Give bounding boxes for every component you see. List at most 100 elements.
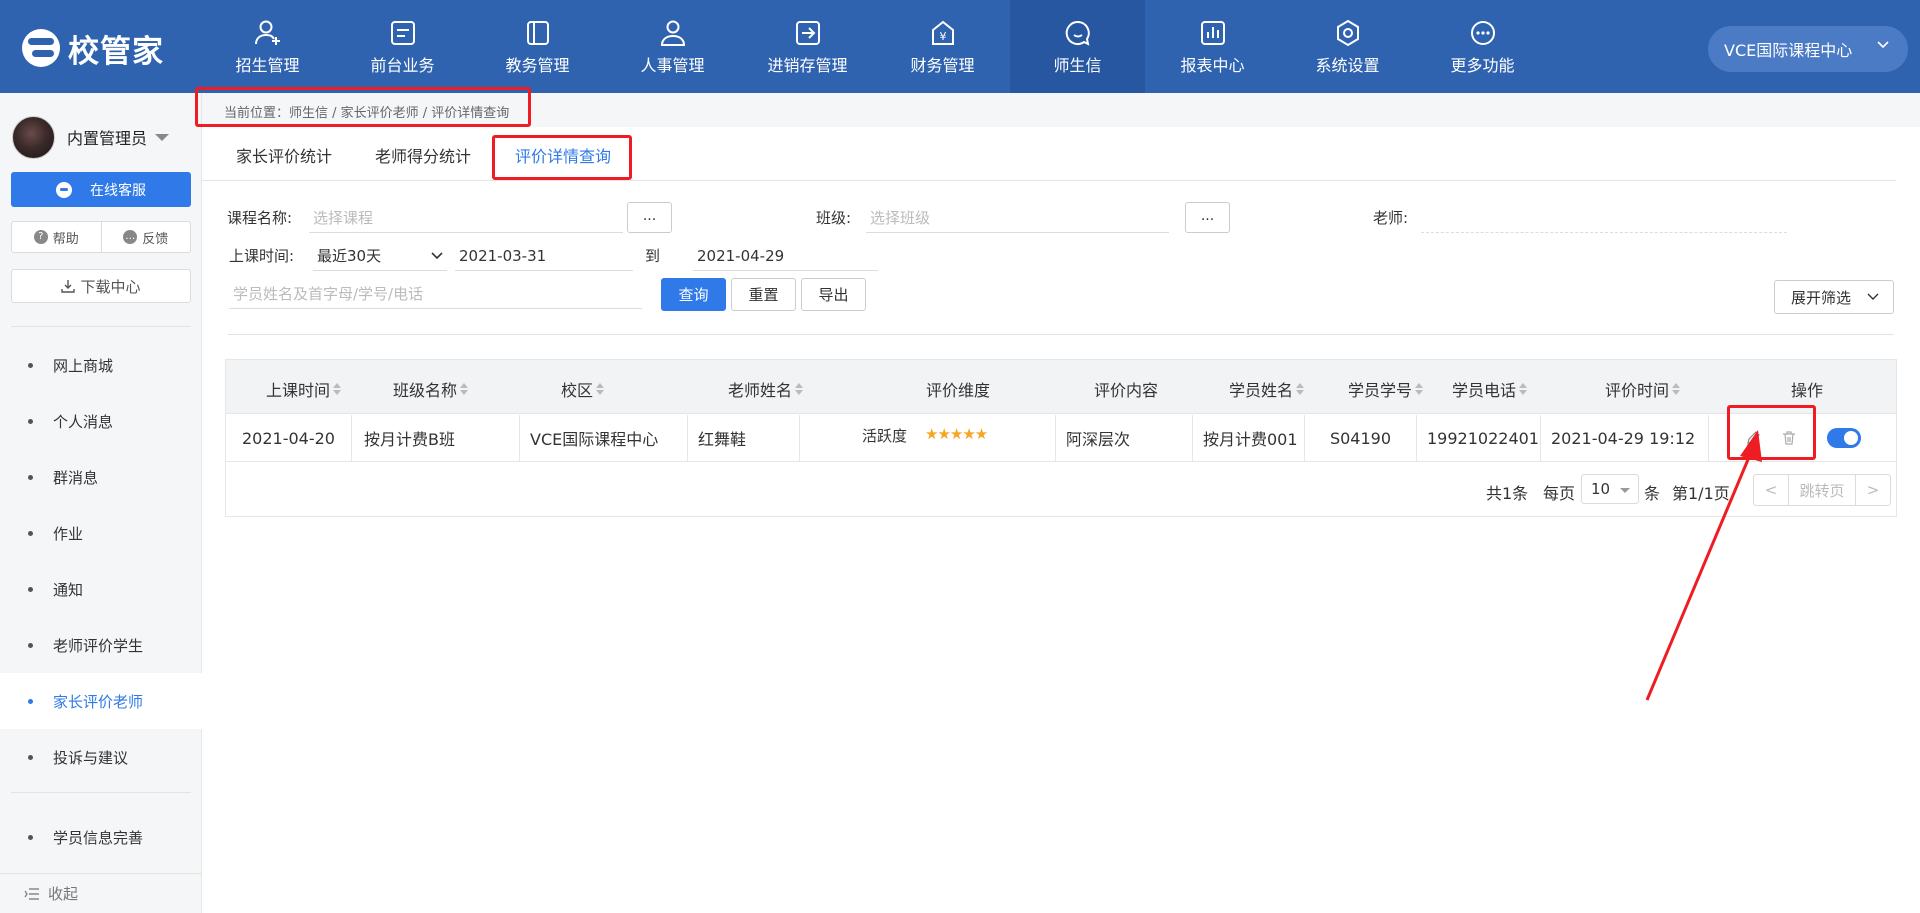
nav-label: 师生信 <box>1053 55 1102 75</box>
reset-button[interactable]: 重置 <box>731 278 796 311</box>
sidebar-item-teacher-rate-student[interactable]: 老师评价学生 <box>0 617 202 673</box>
column-header-label: 上课时间 <box>266 381 331 400</box>
nav-item-front-desk[interactable]: 前台业务 <box>335 0 470 93</box>
sort-icon <box>1296 383 1305 395</box>
time-range-select[interactable]: 最近30天 <box>313 241 447 271</box>
date-from-input[interactable]: 2021-03-31 <box>455 241 633 271</box>
sidebar-item-homework[interactable]: 作业 <box>0 505 202 561</box>
teacher-input[interactable] <box>1421 203 1787 233</box>
sidebar-item-complaints[interactable]: 投诉与建议 <box>0 729 202 785</box>
column-header-student-name[interactable]: 学员姓名 <box>1229 377 1305 401</box>
nav-item-more[interactable]: 更多功能 <box>1415 0 1550 93</box>
page-size-select[interactable]: 10 <box>1581 474 1639 504</box>
help-button[interactable]: ? 帮助 <box>12 222 101 252</box>
sidebar-item-label: 群消息 <box>53 468 99 487</box>
more-dots-icon <box>1470 20 1495 45</box>
column-header-eval-time[interactable]: 评价时间 <box>1605 377 1681 401</box>
user-plus-icon <box>254 20 280 45</box>
column-header-class-name[interactable]: 班级名称 <box>393 377 469 401</box>
next-page-button[interactable]: > <box>1856 475 1890 505</box>
cell-teacher: 红舞鞋 <box>688 415 800 461</box>
cell-text: VCE国际课程中心 <box>530 430 659 449</box>
sidebar-item-group-messages[interactable]: 群消息 <box>0 449 202 505</box>
nav-item-inventory[interactable]: 进销存管理 <box>740 0 875 93</box>
feedback-label: 反馈 <box>142 231 169 247</box>
cell-text: 按月计费001 <box>1203 430 1298 449</box>
svg-text:¥: ¥ <box>939 30 946 43</box>
delete-trash-icon[interactable] <box>1781 430 1797 446</box>
message-box-icon <box>390 20 415 45</box>
class-picker-button[interactable]: ... <box>1185 202 1230 233</box>
cell-text: S04190 <box>1329 428 1392 448</box>
column-header-teacher[interactable]: 老师姓名 <box>728 377 804 401</box>
breadcrumb-bar: 当前位置：师生信 / 家长评价老师 / 评价详情查询 <box>202 93 1920 127</box>
class-label: 班级: <box>816 209 852 227</box>
export-button[interactable]: 导出 <box>801 278 866 311</box>
nav-item-finance[interactable]: ¥ 财务管理 <box>875 0 1010 93</box>
campus-selector[interactable]: VCE国际课程中心 <box>1708 26 1908 72</box>
class-input[interactable]: 选择班级 <box>866 203 1169 233</box>
column-header-label: 评价时间 <box>1605 381 1670 400</box>
column-header-label: 学员电话 <box>1452 381 1517 400</box>
student-search-input[interactable]: 学员姓名及首字母/学号/电话 <box>229 279 642 309</box>
nav-label: 报表中心 <box>1180 55 1245 75</box>
column-header-actions: 操作 <box>1791 381 1824 400</box>
cell-student-name: 按月计费001 <box>1193 415 1305 461</box>
nav-item-enrollment[interactable]: 招生管理 <box>200 0 335 93</box>
download-center-button[interactable]: 下载中心 <box>11 269 191 303</box>
tab-teacher-score-stats[interactable]: 老师得分统计 <box>375 143 471 167</box>
star-rating: ★★★★★ <box>925 425 988 443</box>
cell-text: 2021-04-20 <box>242 428 335 448</box>
column-header-phone[interactable]: 学员电话 <box>1452 377 1528 401</box>
sort-icon <box>596 383 605 395</box>
expand-filters-button[interactable]: 展开筛选 <box>1774 280 1894 314</box>
nav-label: 财务管理 <box>910 55 975 75</box>
cell-class-time: 2021-04-20 <box>226 415 352 461</box>
column-header-student-no[interactable]: 学员学号 <box>1348 377 1424 401</box>
feedback-button[interactable]: … 反馈 <box>100 222 191 252</box>
teacher-label: 老师: <box>1373 209 1409 227</box>
dimension-label: 活跃度 <box>862 427 908 445</box>
cell-phone: 19921022401 <box>1417 415 1541 461</box>
sidebar-item-student-info[interactable]: 学员信息完善 <box>0 809 202 865</box>
sidebar-item-notices[interactable]: 通知 <box>0 561 202 617</box>
nav-item-reports[interactable]: 报表中心 <box>1145 0 1280 93</box>
column-header-label: 班级名称 <box>393 381 458 400</box>
nav-label: 招生管理 <box>235 55 300 75</box>
nav-item-settings[interactable]: 系统设置 <box>1280 0 1415 93</box>
app-logo[interactable]: 校管家 <box>22 28 164 70</box>
column-header-dimension: 评价维度 <box>926 381 991 400</box>
user-menu[interactable]: 内置管理员 <box>12 115 192 159</box>
nav-item-teacher-student-msg[interactable]: 师生信 <box>1010 0 1145 93</box>
chevron-down-icon <box>1877 41 1889 49</box>
jump-page-button[interactable]: 跳转页 <box>1788 475 1856 505</box>
cell-text: 阿深层次 <box>1066 430 1131 449</box>
online-service-button[interactable]: 在线客服 <box>11 172 191 207</box>
page-size-value: 10 <box>1591 480 1611 498</box>
cell-class-name: 按月计费B班 <box>352 415 520 461</box>
bar-chart-icon <box>1200 20 1225 45</box>
cell-campus: VCE国际课程中心 <box>520 415 688 461</box>
caret-down-icon <box>1620 488 1630 493</box>
question-icon: ? <box>33 230 48 244</box>
course-picker-button[interactable]: ... <box>627 202 672 233</box>
annotation-arrow <box>1645 430 1762 701</box>
nav-item-hr[interactable]: 人事管理 <box>605 0 740 93</box>
tab-rating-detail-query[interactable]: 评价详情查询 <box>515 143 611 167</box>
sidebar-item-label: 学员信息完善 <box>53 828 144 847</box>
course-input[interactable]: 选择课程 <box>309 203 623 233</box>
query-button[interactable]: 查询 <box>661 278 726 311</box>
sidebar-item-parent-rate-teacher[interactable]: 家长评价老师 <box>0 673 202 729</box>
sidebar-collapse-button[interactable]: 收起 <box>0 873 202 913</box>
main-nav: 招生管理 前台业务 教务管理 人事管理 进销存管理 ¥ 财务管理 师生信 报表中 <box>200 0 1550 93</box>
column-header-content: 评价内容 <box>1094 381 1159 400</box>
nav-item-academic[interactable]: 教务管理 <box>470 0 605 93</box>
column-header-class-time[interactable]: 上课时间 <box>266 377 342 401</box>
sidebar-item-online-mall[interactable]: 网上商城 <box>0 337 202 393</box>
tab-parent-rating-stats[interactable]: 家长评价统计 <box>236 143 332 167</box>
sidebar-item-personal-messages[interactable]: 个人消息 <box>0 393 202 449</box>
column-header-campus[interactable]: 校区 <box>561 377 605 401</box>
date-from-value: 2021-03-31 <box>459 246 547 265</box>
date-to-input[interactable]: 2021-04-29 <box>693 241 878 271</box>
enable-toggle[interactable] <box>1827 428 1861 448</box>
